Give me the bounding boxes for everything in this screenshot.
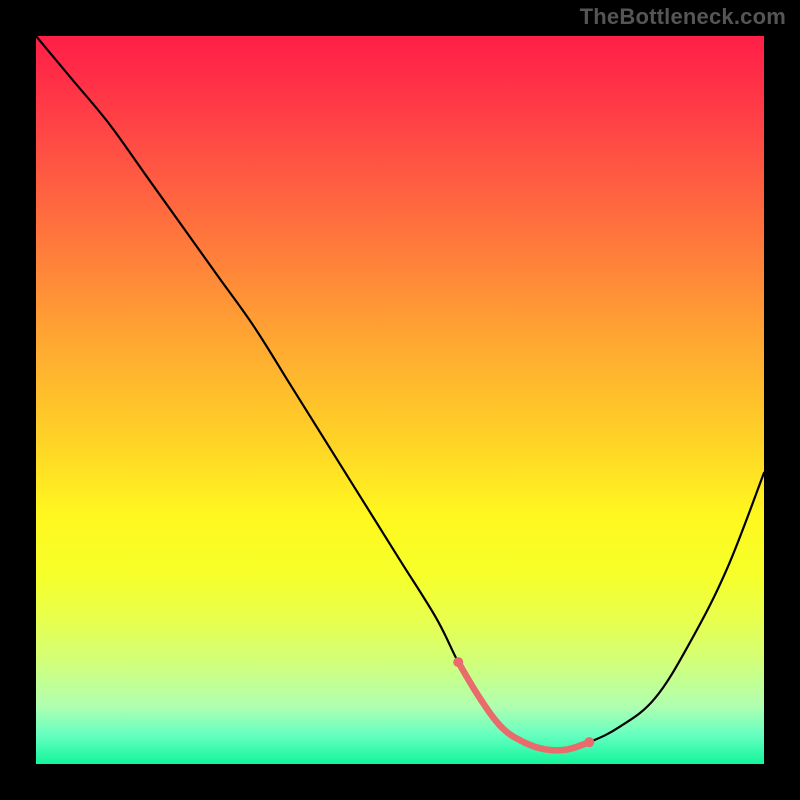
- plot-area: [36, 36, 764, 764]
- optimal-end-dot: [584, 737, 594, 747]
- bottleneck-curve-path: [36, 36, 764, 750]
- curve-layer: [36, 36, 764, 764]
- optimal-range-path: [458, 662, 589, 750]
- watermark-text: TheBottleneck.com: [580, 4, 786, 30]
- chart-frame: TheBottleneck.com: [0, 0, 800, 800]
- optimal-start-dot: [453, 657, 463, 667]
